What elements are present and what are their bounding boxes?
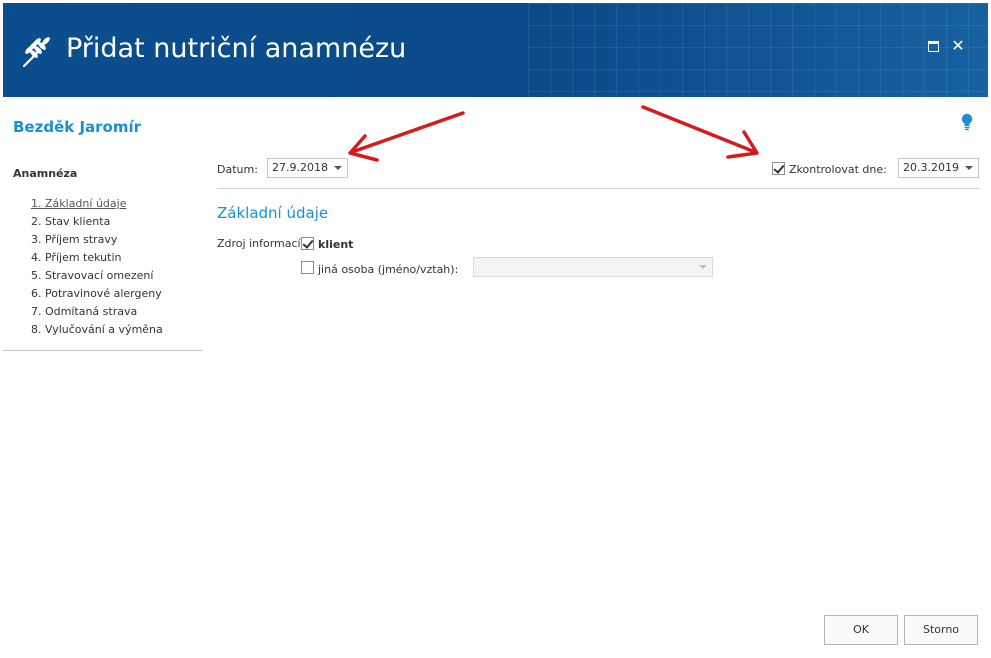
chevron-down-icon[interactable] xyxy=(965,166,973,170)
sidebar-item-potravinove-alergeny[interactable]: 6. Potravinové alergeny xyxy=(31,287,163,305)
sidebar-item-prijem-tekutin[interactable]: 4. Příjem tekutin xyxy=(31,251,163,269)
check-date-picker[interactable]: 20.3.2019 xyxy=(898,158,979,178)
section-title: Základní údaje xyxy=(217,204,329,222)
check-date-checkbox[interactable] xyxy=(772,162,785,175)
sidebar-nav: 1. Základní údaje 2. Stav klienta 3. Pří… xyxy=(31,197,163,341)
chevron-down-icon xyxy=(699,265,707,269)
close-icon[interactable]: ✕ xyxy=(950,38,966,54)
header-divider xyxy=(217,188,979,189)
title-bar: Přidat nutriční anamnézu xyxy=(3,3,988,97)
annotation-arrow-left xyxy=(350,111,465,154)
lightbulb-icon[interactable] xyxy=(960,113,974,131)
sidebar-item-vylucovani-a-vymena[interactable]: 8. Vylučování a výměna xyxy=(31,323,163,341)
source-label: Zdroj informací: xyxy=(217,237,305,250)
sidebar-item-prijem-stravy[interactable]: 3. Příjem stravy xyxy=(31,233,163,251)
window-title: Přidat nutriční anamnézu xyxy=(66,33,407,64)
source-other-checkbox[interactable] xyxy=(301,261,314,274)
title-bar-pattern xyxy=(528,3,988,97)
source-client-label: klient xyxy=(318,238,354,251)
annotation-arrow-left-head xyxy=(348,134,379,162)
sidebar-item-stav-klienta[interactable]: 2. Stav klienta xyxy=(31,215,163,233)
source-other-select[interactable] xyxy=(473,257,713,277)
sidebar-item-zakladni-udaje[interactable]: 1. Základní údaje xyxy=(31,197,163,215)
client-name: Bezděk Jaromír xyxy=(13,118,142,136)
sidebar-divider xyxy=(3,350,203,351)
date-value: 27.9.2018 xyxy=(272,161,328,174)
annotation-arrow-right-head xyxy=(726,130,759,159)
source-client-checkbox[interactable] xyxy=(301,237,314,250)
cancel-button[interactable]: Storno xyxy=(904,615,978,645)
sidebar-heading: Anamnéza xyxy=(13,167,78,180)
wheat-icon xyxy=(22,37,50,68)
chevron-down-icon[interactable] xyxy=(334,166,342,170)
check-date-label: Zkontrolovat dne: xyxy=(789,163,887,176)
date-label: Datum: xyxy=(217,163,258,176)
sidebar-item-stravovaci-omezeni[interactable]: 5. Stravovací omezení xyxy=(31,269,163,287)
annotation-arrow-right xyxy=(641,105,757,154)
sidebar-item-odmitana-strava[interactable]: 7. Odmítaná strava xyxy=(31,305,163,323)
ok-button[interactable]: OK xyxy=(824,615,898,645)
check-date-value: 20.3.2019 xyxy=(903,161,959,174)
source-other-label: jiná osoba (jméno/vztah): xyxy=(318,263,459,276)
maximize-icon[interactable] xyxy=(926,38,942,54)
date-picker[interactable]: 27.9.2018 xyxy=(267,158,348,178)
